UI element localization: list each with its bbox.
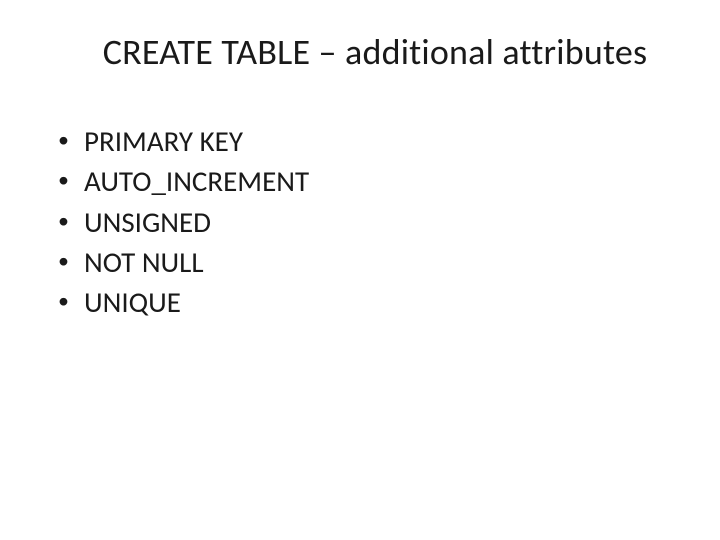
list-item: • NOT NULL [58,243,680,281]
list-item: • UNSIGNED [58,203,680,241]
list-item-text: UNSIGNED [84,203,680,241]
list-item-text: AUTO_INCREMENT [84,162,680,200]
bullet-icon: • [58,243,84,278]
bullet-icon: • [58,122,84,157]
list-item-text: UNIQUE [84,283,680,321]
slide-title: CREATE TABLE – additional attributes [40,30,680,74]
list-item-text: PRIMARY KEY [84,122,680,160]
bullet-icon: • [58,162,84,197]
list-item: • AUTO_INCREMENT [58,162,680,200]
bullet-icon: • [58,283,84,318]
list-item-text: NOT NULL [84,243,680,281]
list-item: • PRIMARY KEY [58,122,680,160]
bullet-icon: • [58,203,84,238]
bullet-list: • PRIMARY KEY • AUTO_INCREMENT • UNSIGNE… [40,122,680,321]
list-item: • UNIQUE [58,283,680,321]
